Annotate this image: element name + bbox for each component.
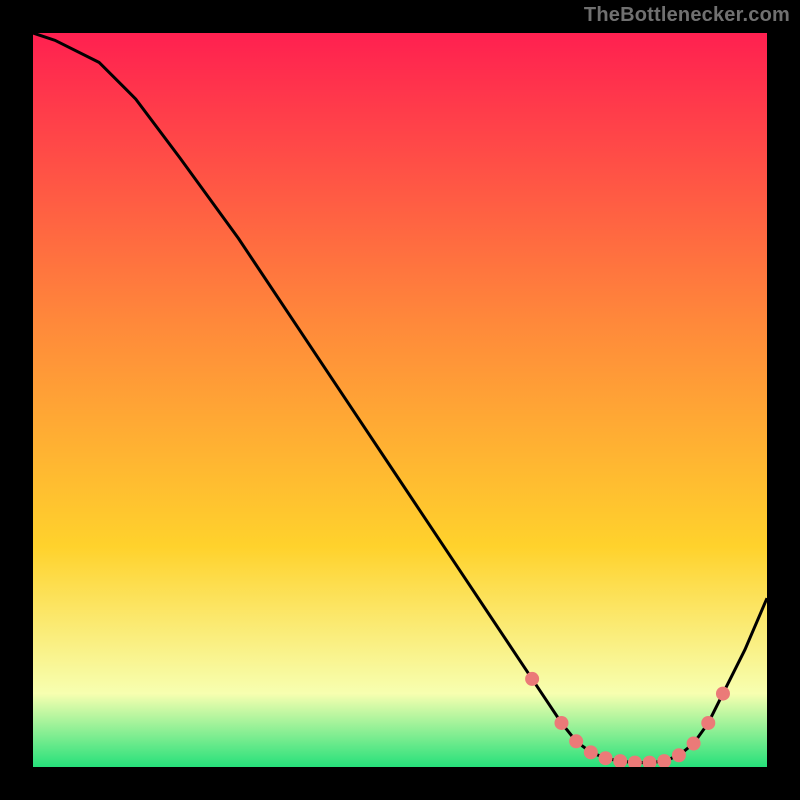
data-marker: [569, 734, 583, 748]
data-marker: [584, 745, 598, 759]
chart-svg: [33, 33, 767, 767]
plot-area: [33, 33, 767, 767]
data-marker: [672, 748, 686, 762]
background-gradient: [33, 33, 767, 767]
data-marker: [554, 716, 568, 730]
data-marker: [716, 687, 730, 701]
data-marker: [701, 716, 715, 730]
attribution-text: TheBottlenecker.com: [584, 4, 790, 27]
data-marker: [599, 751, 613, 765]
data-marker: [525, 672, 539, 686]
chart-frame: TheBottlenecker.com: [0, 0, 800, 800]
data-marker: [687, 737, 701, 751]
